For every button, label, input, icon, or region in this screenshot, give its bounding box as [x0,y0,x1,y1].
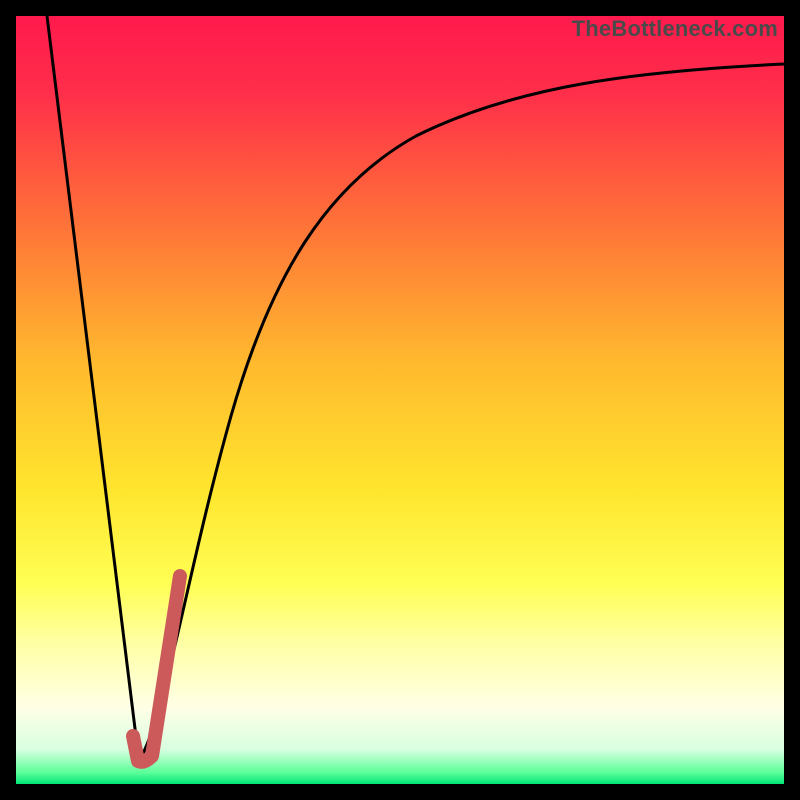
watermark-text: TheBottleneck.com [572,16,778,42]
plot-area: TheBottleneck.com [16,16,784,784]
curve-right [139,64,784,761]
chart-frame: TheBottleneck.com [0,0,800,800]
accent-marker [133,576,180,762]
curve-left [47,16,139,761]
bottleneck-curve [16,16,784,784]
